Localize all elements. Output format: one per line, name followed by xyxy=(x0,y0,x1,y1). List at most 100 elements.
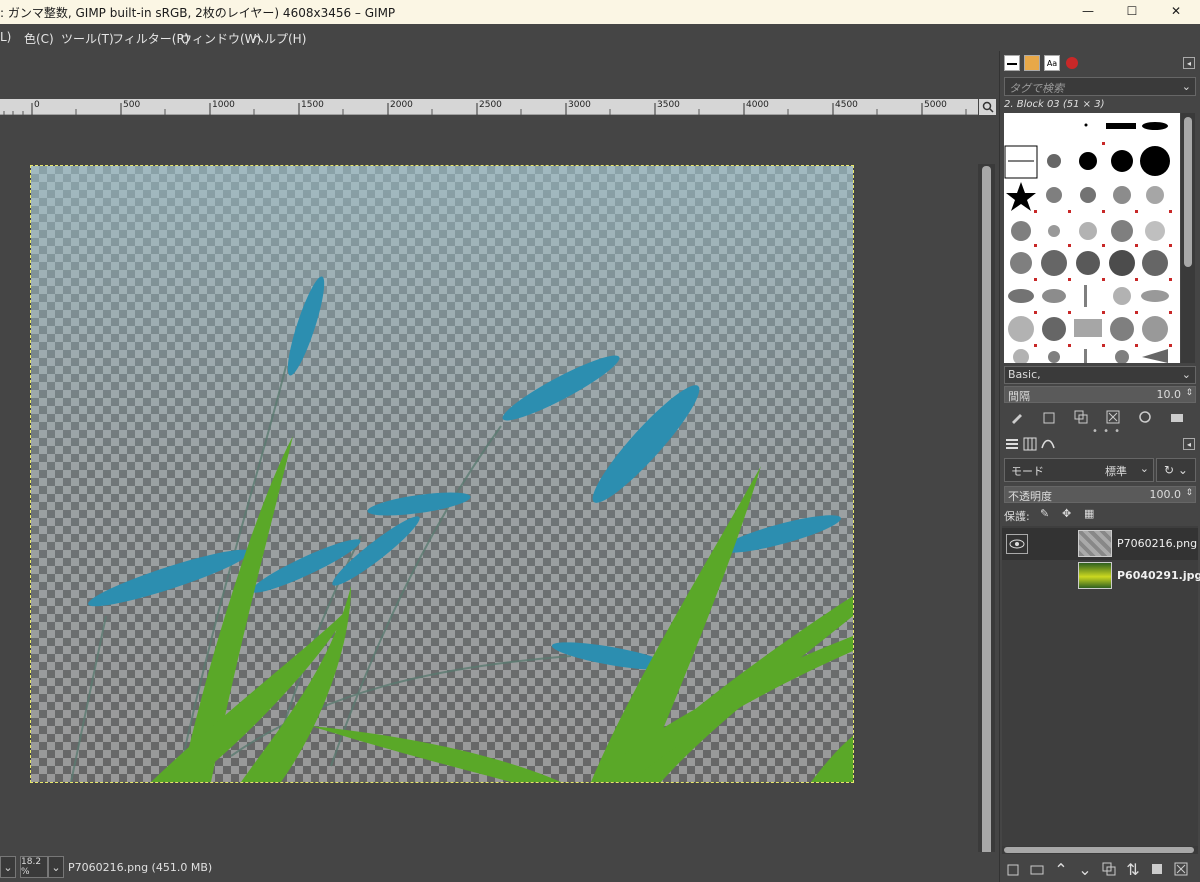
channels-tab[interactable] xyxy=(1022,436,1038,452)
layers-scrollbar[interactable] xyxy=(1002,846,1198,854)
tag-filter-placeholder: タグで検索 xyxy=(1009,82,1064,95)
ruler-label: 3000 xyxy=(568,100,591,110)
minimize-button[interactable]: — xyxy=(1066,0,1110,22)
ruler-label: 2000 xyxy=(390,100,413,110)
fonts-tab[interactable]: Aa xyxy=(1044,55,1060,71)
lock-position-icon[interactable]: ✥ xyxy=(1062,507,1071,520)
right-dock: Aa ◂ タグで検索 ⌄ 2. Block 03 (51 × 3) Basic,… xyxy=(999,51,1200,882)
lock-label: 保護: xyxy=(1004,510,1030,523)
delete-layer-button[interactable] xyxy=(1172,860,1190,878)
title-bar: : ガンマ整数, GIMP built-in sRGB, 2枚のレイヤー) 46… xyxy=(0,0,1200,24)
channels-icon xyxy=(1023,437,1037,451)
refresh-icon xyxy=(1139,411,1151,423)
brush-grid-scrollbar[interactable] xyxy=(1181,113,1195,363)
font-icon: Aa xyxy=(1046,58,1058,68)
spacing-value: 10.0 xyxy=(1156,388,1182,401)
mode-value: 標準 xyxy=(1105,465,1127,478)
lock-row: 保護: ✎ ✥ ▦ xyxy=(1004,507,1196,525)
layer-actions: ⌃ ⌄ ⇅ xyxy=(1000,858,1200,880)
brush-preset-dropdown[interactable]: Basic, ⌄ xyxy=(1004,366,1196,384)
close-icon: ✕ xyxy=(1170,4,1182,18)
zoom-fit-button[interactable] xyxy=(979,99,996,115)
brush-grid[interactable] xyxy=(1004,113,1180,363)
lock-alpha-icon[interactable]: ▦ xyxy=(1084,507,1094,520)
new-layer-group-button[interactable] xyxy=(1028,860,1046,878)
spin-icon[interactable]: ⇕ xyxy=(1185,488,1193,498)
menu-item-filters[interactable]: フィルター(R) xyxy=(112,30,189,47)
menu-item-tools[interactable]: ツール(T) xyxy=(61,30,114,47)
menu-icon: ◂ xyxy=(1186,439,1191,449)
duplicate-layer-button[interactable] xyxy=(1100,860,1118,878)
zoom-dropdown[interactable]: ⌄ xyxy=(48,856,64,878)
refresh-brushes-button[interactable] xyxy=(1136,408,1154,426)
delete-brush-button[interactable] xyxy=(1104,408,1122,426)
unit-dropdown[interactable]: ⌄ xyxy=(0,856,16,878)
opacity-value: 100.0 xyxy=(1149,488,1182,501)
edit-brush-button[interactable] xyxy=(1008,408,1026,426)
ruler-label: 4000 xyxy=(746,100,769,110)
layers-icon xyxy=(1006,439,1018,449)
patterns-tab[interactable] xyxy=(1024,55,1040,71)
grass-image xyxy=(31,166,853,782)
delete-icon xyxy=(1106,410,1120,424)
ruler-label: 500 xyxy=(123,100,141,110)
menu-item-help[interactable]: ヘルプ(H) xyxy=(252,30,306,47)
merge-layer-button[interactable]: ⇅ xyxy=(1124,860,1142,879)
eye-icon xyxy=(1009,539,1025,549)
brushes-tab[interactable] xyxy=(1004,55,1020,71)
raise-layer-button[interactable]: ⌃ xyxy=(1052,859,1070,879)
close-button[interactable]: ✕ xyxy=(1154,0,1198,22)
chevron-down-icon: ⌄ xyxy=(1181,368,1191,381)
chevron-down-icon: ⌄ xyxy=(1139,462,1149,475)
tag-filter-input[interactable]: タグで検索 ⌄ xyxy=(1004,77,1196,96)
new-brush-button[interactable] xyxy=(1040,408,1058,426)
dock-menu-button[interactable]: ◂ xyxy=(1183,57,1195,69)
lock-pixels-icon[interactable]: ✎ xyxy=(1040,507,1049,520)
composite-mode-button[interactable]: ↻ ⌄ xyxy=(1156,458,1196,482)
ruler-label: 4500 xyxy=(835,100,858,110)
mode-label: モード xyxy=(1011,465,1044,478)
layer-list[interactable]: P7060216.png P6040291.jpg xyxy=(1002,526,1200,854)
menu-item-layer[interactable]: L) xyxy=(0,30,11,44)
zoom-field[interactable]: 18.2 % xyxy=(20,856,48,878)
layer-row[interactable]: P6040291.jpg xyxy=(1002,560,1200,592)
layers-tab[interactable] xyxy=(1004,436,1020,452)
menu-item-color[interactable]: 色(C) xyxy=(24,30,54,47)
scrollbar-thumb[interactable] xyxy=(1184,117,1192,267)
menu-icon: ◂ xyxy=(1186,58,1191,68)
paths-tab[interactable] xyxy=(1040,436,1056,452)
spin-icon[interactable]: ⇕ xyxy=(1185,388,1193,398)
duplicate-brush-button[interactable] xyxy=(1072,408,1090,426)
chevron-up-icon: ⌃ xyxy=(1054,859,1068,879)
brushes-dock-tabs: Aa ◂ xyxy=(1000,51,1200,75)
duplicate-icon xyxy=(1074,410,1088,424)
menu-bar: L) 色(C) ツール(T) フィルター(R) ウィンドウ(W) ヘルプ(H) xyxy=(0,24,1200,51)
edit-icon xyxy=(1012,414,1022,424)
visibility-toggle[interactable] xyxy=(1006,534,1028,554)
layer-row[interactable]: P7060216.png xyxy=(1002,528,1198,560)
spacing-slider[interactable]: 間隔 10.0 ⇕ xyxy=(1004,386,1196,403)
gradients-tab[interactable] xyxy=(1064,55,1080,71)
opacity-slider[interactable]: 不透明度 100.0 ⇕ xyxy=(1004,486,1196,503)
maximize-button[interactable]: ☐ xyxy=(1110,0,1154,22)
dock-menu-button[interactable]: ◂ xyxy=(1183,438,1195,450)
open-brush-folder-button[interactable] xyxy=(1168,408,1186,426)
window-title: : ガンマ整数, GIMP built-in sRGB, 2枚のレイヤー) 46… xyxy=(0,6,396,20)
new-layer-button[interactable] xyxy=(1004,860,1022,878)
image-canvas[interactable] xyxy=(30,165,854,783)
brush-thumbnails xyxy=(1004,122,1172,363)
vertical-scrollbar[interactable] xyxy=(978,164,995,882)
lower-layer-button[interactable]: ⌄ xyxy=(1076,860,1094,879)
duplicate-icon xyxy=(1102,862,1116,876)
menu-item-windows[interactable]: ウィンドウ(W) xyxy=(180,30,261,47)
selected-brush-name: 2. Block 03 (51 × 3) xyxy=(1004,99,1105,110)
scrollbar-thumb[interactable] xyxy=(982,166,991,882)
layer-mask-button[interactable] xyxy=(1148,860,1166,878)
layers-dock-tabs: ◂ xyxy=(1000,432,1200,456)
scrollbar-thumb[interactable] xyxy=(1004,847,1194,853)
spacing-label: 間隔 xyxy=(1008,390,1030,403)
brush-preset-value: Basic, xyxy=(1008,368,1041,381)
horizontal-ruler[interactable]: 0 500 1000 1500 2000 2500 3000 3500 4000… xyxy=(0,99,978,115)
opacity-label: 不透明度 xyxy=(1008,490,1052,503)
layer-mode-dropdown[interactable]: モード 標準 ⌄ xyxy=(1004,458,1154,482)
